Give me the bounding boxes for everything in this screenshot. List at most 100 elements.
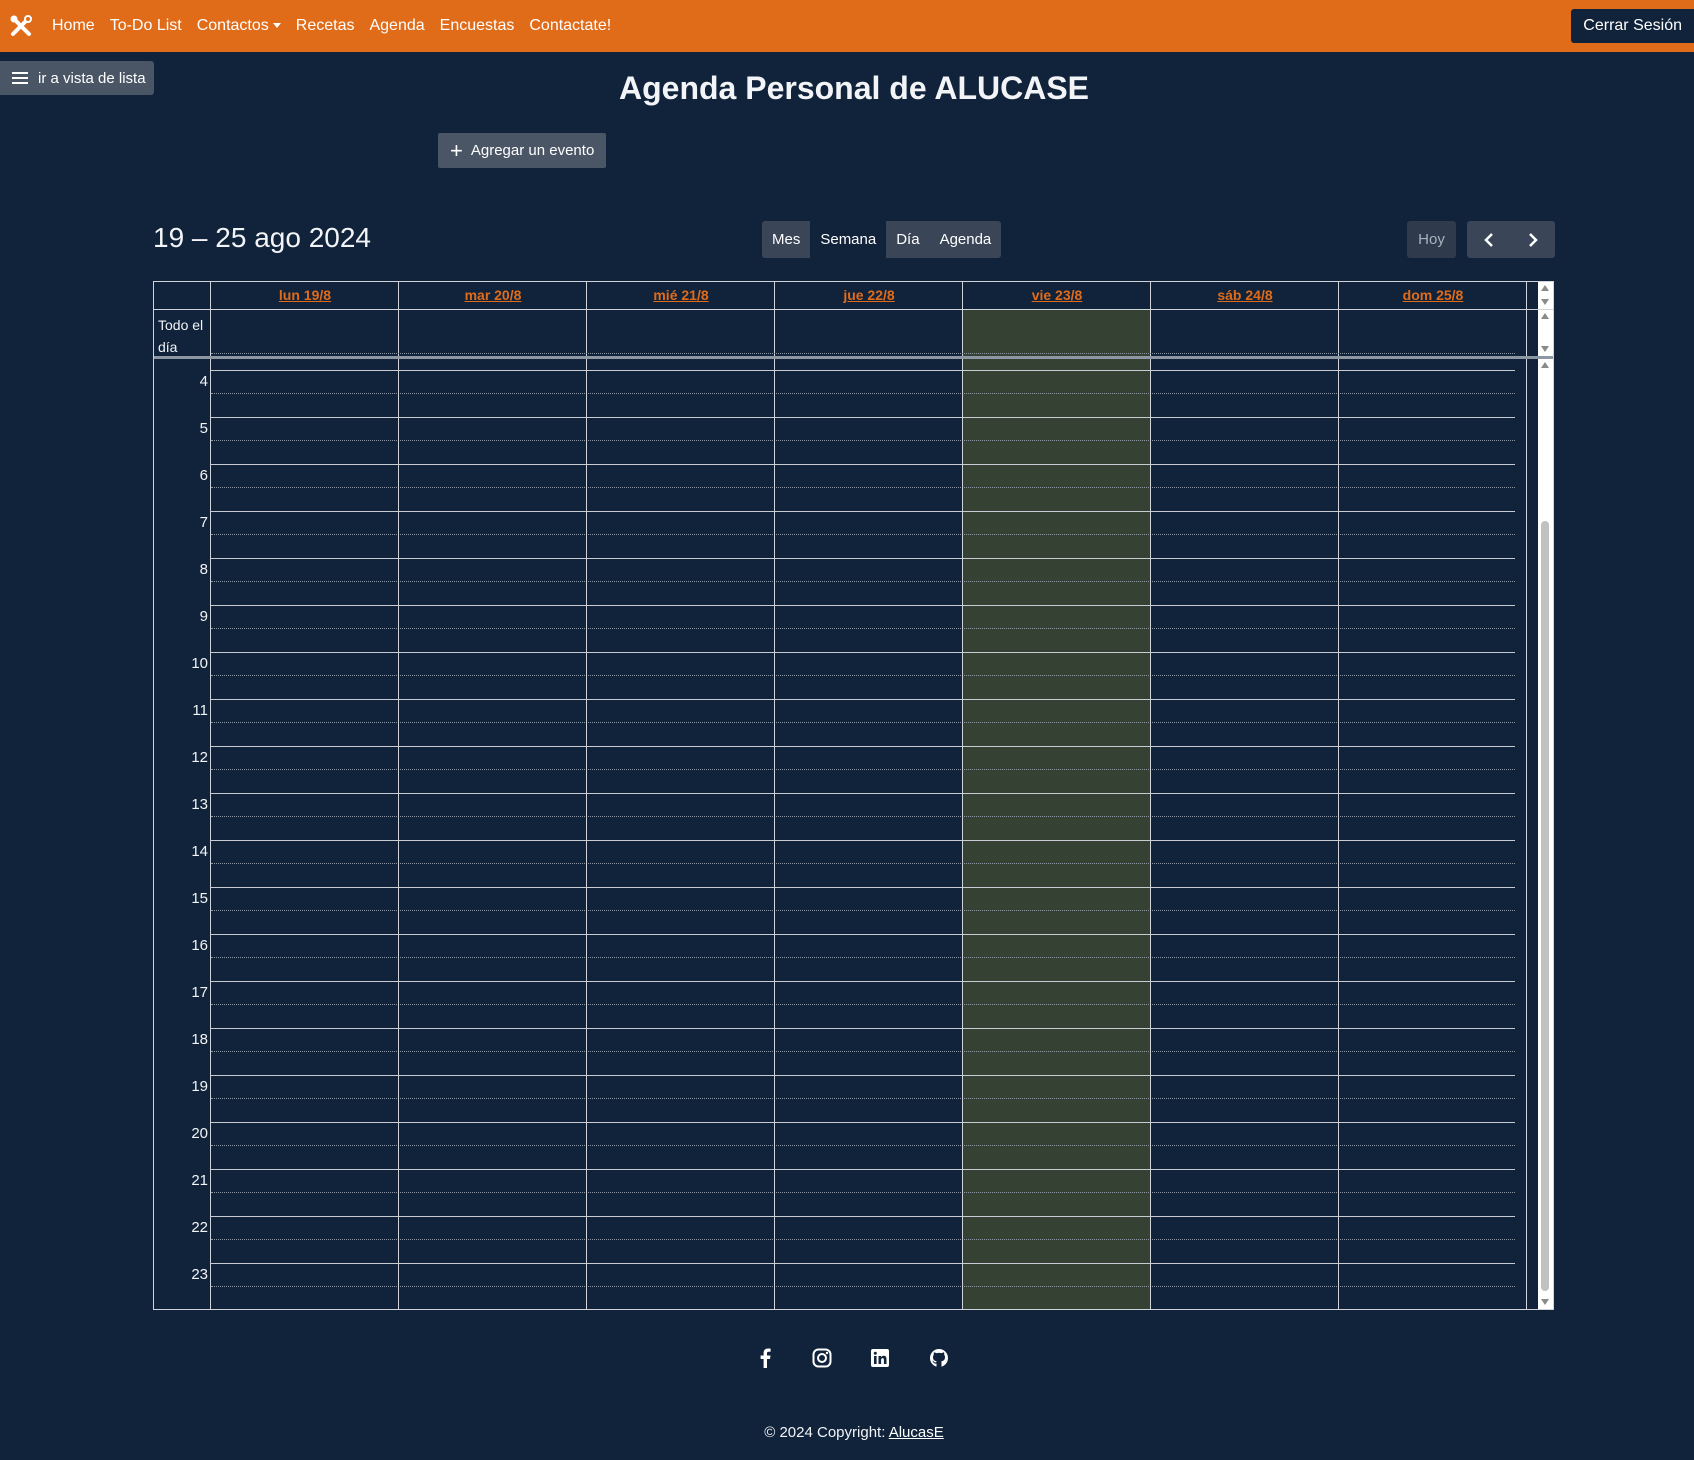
nav-dropdown-contactos-label: Contactos xyxy=(196,17,269,34)
today-column[interactable] xyxy=(963,359,1150,1309)
hour-line xyxy=(211,652,1515,653)
today-button[interactable]: Hoy xyxy=(1407,221,1456,258)
column-divider xyxy=(398,310,399,356)
scroll-up-icon[interactable] xyxy=(1541,313,1549,319)
column-divider xyxy=(1526,282,1527,309)
calendar-header: lun 19/8 mar 20/8 mié 21/8 jue 22/8 vie 23/8… xyxy=(154,282,1553,310)
half-hour-line xyxy=(211,1192,1515,1193)
hour-label: 6 xyxy=(199,467,208,484)
all-day-label: Todo el día xyxy=(158,317,204,355)
column-divider xyxy=(210,310,211,356)
add-event-label: Agregar un evento xyxy=(470,142,595,159)
hour-line xyxy=(211,793,1515,794)
column-divider xyxy=(1338,282,1339,309)
page-title: Agenda Personal de ALUCASE xyxy=(618,70,1089,106)
half-hour-line xyxy=(211,353,1515,354)
hour-label: 14 xyxy=(191,843,208,860)
hour-line xyxy=(211,981,1515,982)
scrollbar[interactable] xyxy=(1538,359,1553,1309)
hour-label: 16 xyxy=(191,937,208,954)
scroll-down-icon[interactable] xyxy=(1541,346,1549,352)
hour-label: 22 xyxy=(191,1219,208,1236)
day-header[interactable]: dom 25/8 xyxy=(1339,282,1527,309)
half-hour-line xyxy=(211,1239,1515,1240)
hour-label: 21 xyxy=(191,1172,208,1189)
facebook-icon[interactable] xyxy=(753,1346,777,1370)
nav-link-agenda[interactable]: Agenda xyxy=(369,17,424,35)
scroll-down-icon[interactable] xyxy=(1541,299,1549,305)
hour-line xyxy=(211,746,1515,747)
column-divider xyxy=(774,282,775,309)
logout-button[interactable]: Cerrar Sesión xyxy=(1571,9,1694,43)
column-divider xyxy=(398,282,399,309)
hour-line xyxy=(211,887,1515,888)
all-day-row: Todo el día xyxy=(154,310,1553,359)
nav-link-todo-list[interactable]: To-Do List xyxy=(110,17,182,35)
date-navigation xyxy=(1467,221,1555,258)
half-hour-line xyxy=(211,910,1515,911)
column-divider xyxy=(1338,359,1339,1309)
hour-line xyxy=(211,699,1515,700)
column-divider xyxy=(586,310,587,356)
day-header[interactable]: jue 22/8 xyxy=(775,282,963,309)
half-hour-line xyxy=(211,628,1515,629)
day-header[interactable]: mar 20/8 xyxy=(399,282,587,309)
scrollbar[interactable] xyxy=(1538,310,1553,356)
linkedin-icon[interactable] xyxy=(868,1346,892,1370)
nav-link-encuestas[interactable]: Encuestas xyxy=(440,17,515,35)
instagram-icon[interactable] xyxy=(810,1346,834,1370)
caret-down-icon xyxy=(272,23,281,29)
day-header[interactable]: vie 23/8 xyxy=(963,282,1151,309)
copyright-link[interactable]: AlucasE xyxy=(889,1424,944,1441)
nav-dropdown-contactos[interactable]: Contactos xyxy=(197,17,281,35)
previous-week-button[interactable] xyxy=(1467,221,1511,258)
tools-logo-icon[interactable] xyxy=(10,15,32,37)
hour-label: 8 xyxy=(199,561,208,578)
plus-icon: + xyxy=(450,137,463,163)
half-hour-line xyxy=(211,675,1515,676)
scroll-up-icon[interactable] xyxy=(1541,285,1549,291)
view-day-button[interactable]: Día xyxy=(886,221,929,258)
hour-line xyxy=(211,417,1515,418)
hour-label: 12 xyxy=(191,749,208,766)
hour-label: 11 xyxy=(192,702,208,719)
nav-link-recetas[interactable]: Recetas xyxy=(296,17,355,35)
nav-link-contactate[interactable]: Contactate! xyxy=(529,17,611,35)
hour-label: 18 xyxy=(191,1031,208,1048)
hour-label: 10 xyxy=(191,655,208,672)
week-calendar: lun 19/8 mar 20/8 mié 21/8 jue 22/8 vie 23/8… xyxy=(153,281,1554,1310)
hour-label: 15 xyxy=(191,890,208,907)
github-icon[interactable] xyxy=(927,1346,951,1370)
half-hour-line xyxy=(211,487,1515,488)
today-all-day-cell[interactable] xyxy=(963,310,1150,356)
nav-link-home[interactable]: Home xyxy=(52,17,95,35)
view-month-button[interactable]: Mes xyxy=(762,221,810,258)
hour-label: 13 xyxy=(191,796,208,813)
view-week-button[interactable]: Semana xyxy=(810,221,887,258)
next-week-button[interactable] xyxy=(1511,221,1555,258)
half-hour-line xyxy=(211,769,1515,770)
scrollbar-thumb[interactable] xyxy=(1541,521,1549,1291)
column-divider xyxy=(1150,359,1151,1309)
view-agenda-button[interactable]: Agenda xyxy=(930,221,1002,258)
navbar: Home To-Do List Contactos Recetas Agenda… xyxy=(0,0,1694,52)
column-divider xyxy=(774,310,775,356)
day-header[interactable]: lun 19/8 xyxy=(211,282,399,309)
column-divider xyxy=(586,282,587,309)
half-hour-line xyxy=(211,1004,1515,1005)
add-event-button[interactable]: + Agregar un evento xyxy=(438,133,606,168)
hour-line xyxy=(211,840,1515,841)
scroll-down-icon[interactable] xyxy=(1541,1299,1549,1305)
hour-line xyxy=(211,558,1515,559)
hour-line xyxy=(211,511,1515,512)
hour-label: 23 xyxy=(191,1266,208,1283)
hour-label: 9 xyxy=(199,608,208,625)
day-header[interactable]: mié 21/8 xyxy=(587,282,775,309)
day-header[interactable]: sáb 24/8 xyxy=(1151,282,1339,309)
scrollbar[interactable] xyxy=(1538,282,1553,309)
hour-line xyxy=(211,1122,1515,1123)
column-divider xyxy=(1150,310,1151,356)
hour-line xyxy=(211,934,1515,935)
chevron-left-icon xyxy=(1484,232,1493,247)
scroll-up-icon[interactable] xyxy=(1541,362,1549,368)
